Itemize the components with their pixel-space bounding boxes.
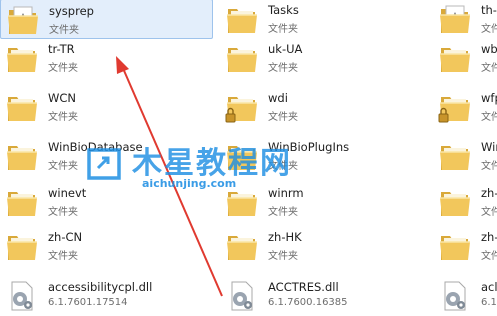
file-name: WCN	[48, 91, 77, 105]
file-name: zh-	[481, 230, 497, 244]
file-item[interactable]: Win 文件	[433, 136, 497, 176]
file-item[interactable]: wdi 文件夹	[220, 87, 433, 127]
file-type: 文件夹	[48, 63, 78, 74]
folder-document-icon	[6, 3, 40, 37]
dll-gear-icon	[438, 279, 472, 313]
file-name: accessibilitycpl.dll	[48, 280, 153, 294]
watermark-logo-icon	[87, 148, 121, 180]
folder-icon	[438, 41, 472, 75]
watermark: 木星教程网 aichunjing.com	[86, 136, 356, 196]
folder-icon	[5, 229, 39, 263]
file-type: 6.1.	[481, 297, 497, 308]
file-item[interactable]: tr-TR 文件夹	[0, 38, 213, 78]
file-name: uk-UA	[268, 42, 303, 56]
folder-icon	[5, 139, 39, 173]
file-item[interactable]: wbe 文件	[433, 38, 497, 78]
file-type: 文件夹	[268, 63, 298, 74]
dll-gear-icon	[225, 279, 259, 313]
file-type: 文件夹	[268, 24, 298, 35]
file-item[interactable]: zh- 文件	[433, 226, 497, 266]
file-type: 文件	[481, 63, 497, 74]
dll-gear-icon	[5, 279, 39, 313]
folder-locked-icon	[225, 90, 259, 124]
file-item[interactable]: zh- 文件	[433, 182, 497, 222]
file-name: Win	[481, 140, 497, 154]
file-item[interactable]: Tasks 文件夹	[220, 0, 433, 39]
folder-icon	[225, 2, 259, 36]
file-type: 文件夹	[268, 251, 298, 262]
file-name: wdi	[268, 91, 288, 105]
file-type: 文件	[481, 251, 497, 262]
file-item[interactable]: zh-HK 文件夹	[220, 226, 433, 266]
folder-icon	[5, 41, 39, 75]
folder-icon	[225, 229, 259, 263]
folder-icon	[5, 185, 39, 219]
file-name: tr-TR	[48, 42, 75, 56]
file-item[interactable]: ACCTRES.dll 6.1.7600.16385	[220, 276, 433, 316]
file-name: Tasks	[268, 3, 299, 17]
file-type: 文件夹	[268, 207, 298, 218]
file-item[interactable]: th- 文件	[433, 0, 497, 39]
file-item[interactable]: uk-UA 文件夹	[220, 38, 433, 78]
file-name: sysprep	[49, 4, 94, 18]
file-type: 文件	[481, 112, 497, 123]
file-item[interactable]: WCN 文件夹	[0, 87, 213, 127]
folder-locked-icon	[438, 90, 472, 124]
file-type: 文件夹	[48, 112, 78, 123]
watermark-title: 木星教程网	[132, 146, 292, 181]
file-item[interactable]: accessibilitycpl.dll 6.1.7601.17514	[0, 276, 213, 316]
file-item[interactable]: sysprep 文件夹	[0, 0, 213, 39]
file-type: 文件夹	[49, 25, 79, 36]
file-item[interactable]: acle 6.1.	[433, 276, 497, 316]
file-name: wbe	[481, 42, 497, 56]
file-type: 文件	[481, 161, 497, 172]
folder-icon	[438, 139, 472, 173]
file-item[interactable]: zh-CN 文件夹	[0, 226, 213, 266]
file-type: 文件夹	[48, 161, 78, 172]
folder-icon	[438, 229, 472, 263]
file-type: 文件夹	[48, 251, 78, 262]
file-type: 文件	[481, 24, 497, 35]
file-type: 6.1.7600.16385	[268, 297, 348, 308]
file-type: 文件	[481, 207, 497, 218]
file-type: 6.1.7601.17514	[48, 297, 128, 308]
folder-icon	[438, 185, 472, 219]
file-type: 文件夹	[48, 207, 78, 218]
file-name: ACCTRES.dll	[268, 280, 339, 294]
watermark-url: aichunjing.com	[142, 177, 237, 190]
file-name: zh-HK	[268, 230, 302, 244]
file-name: th-	[481, 3, 497, 17]
file-name: zh-	[481, 186, 497, 200]
file-name: acle	[481, 280, 497, 294]
file-name: wfp	[481, 91, 497, 105]
file-type: 文件夹	[268, 112, 298, 123]
file-name: winevt	[48, 186, 87, 200]
folder-document-icon	[438, 2, 472, 36]
file-name: zh-CN	[48, 230, 83, 244]
folder-icon	[5, 90, 39, 124]
folder-icon	[225, 41, 259, 75]
file-item[interactable]: wfp 文件	[433, 87, 497, 127]
